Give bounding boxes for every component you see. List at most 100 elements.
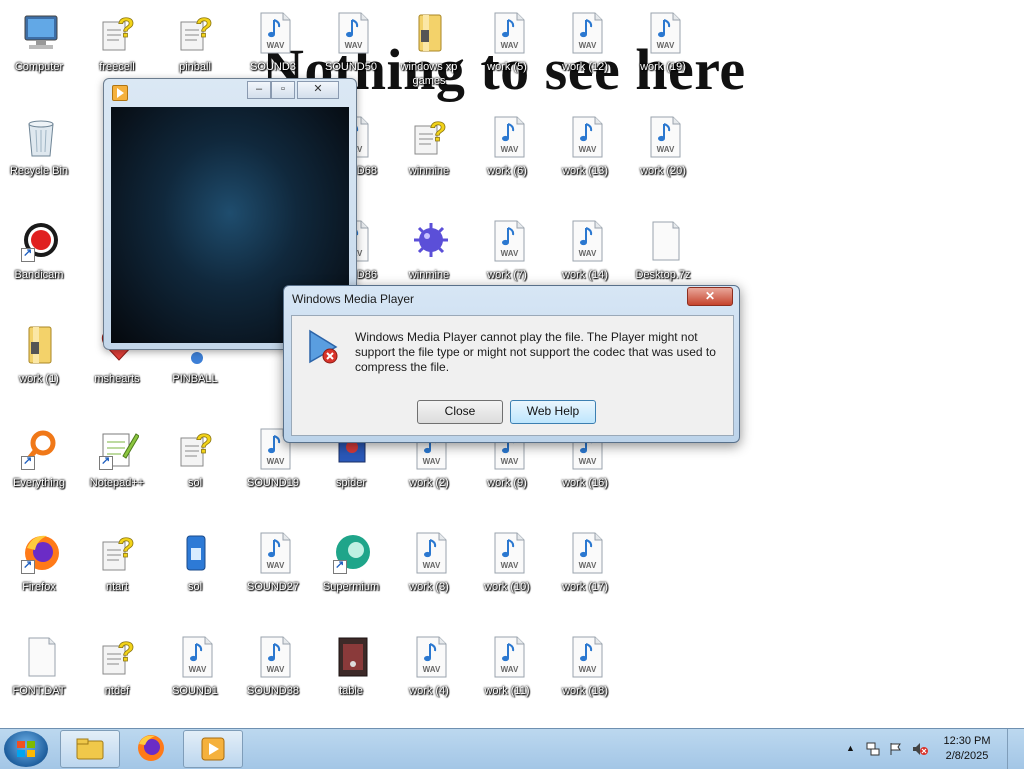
desktop-icon-label: SOUND27 <box>247 581 299 593</box>
wav-file-icon: WAV <box>255 636 295 678</box>
desktop-icon[interactable]: FONT.DAT <box>0 628 78 724</box>
action-center-flag-icon[interactable] <box>889 742 903 756</box>
network-icon[interactable] <box>866 742 880 756</box>
recycle-bin-icon <box>21 116 61 158</box>
svg-text:?: ? <box>117 636 134 667</box>
svg-text:WAV: WAV <box>657 41 675 50</box>
desktop-icon-label: Bandicam <box>14 269 64 281</box>
desktop-icon[interactable]: WAV work (17) <box>546 524 624 620</box>
desktop-icon[interactable]: WAV work (19) <box>624 4 702 100</box>
svg-text:WAV: WAV <box>657 145 675 154</box>
desktop-icon-label: ntdef <box>104 685 130 697</box>
desktop-icon[interactable]: WAV work (5) <box>468 4 546 100</box>
wav-file-icon: WAV <box>333 12 373 54</box>
desktop-icon-label: sol <box>187 581 203 593</box>
firefox-icon <box>138 735 164 761</box>
wav-file-icon: WAV <box>645 116 685 158</box>
desktop-icon[interactable]: WAV work (3) <box>390 524 468 620</box>
desktop-icon[interactable]: WAV SOUND38 <box>234 628 312 724</box>
desktop-icon[interactable]: Bandicam <box>0 212 78 308</box>
help-file-icon: ? <box>177 12 217 54</box>
desktop-icon[interactable]: WAV SOUND1 <box>156 628 234 724</box>
taskbar-media-player[interactable] <box>183 730 243 768</box>
svg-text:WAV: WAV <box>501 249 519 258</box>
svg-text:WAV: WAV <box>267 561 285 570</box>
desktop-icon-label: work (9) <box>487 477 527 489</box>
desktop-icon[interactable]: WAV work (4) <box>390 628 468 724</box>
svg-text:WAV: WAV <box>501 145 519 154</box>
desktop-icon[interactable]: Recycle Bin <box>0 108 78 204</box>
desktop-icon[interactable]: WAV work (18) <box>546 628 624 724</box>
desktop-icon-label: table <box>339 685 363 697</box>
svg-text:?: ? <box>429 116 446 147</box>
svg-text:?: ? <box>117 532 134 563</box>
desktop-icon[interactable]: WAV work (13) <box>546 108 624 204</box>
desktop-icon-label: SOUND19 <box>247 477 299 489</box>
desktop-icon[interactable]: WAV work (10) <box>468 524 546 620</box>
desktop-icon[interactable]: ? winmine <box>390 108 468 204</box>
start-button[interactable] <box>4 731 48 767</box>
desktop-icon[interactable]: work (1) <box>0 316 78 412</box>
svg-text:WAV: WAV <box>423 457 441 466</box>
folder-icon <box>76 738 104 760</box>
desktop-icon-label: Supermium <box>322 581 380 593</box>
restore-button[interactable]: ▫ <box>271 81 295 99</box>
desktop-icon[interactable]: Supermium <box>312 524 390 620</box>
wav-file-icon: WAV <box>411 532 451 574</box>
desktop-icon-label: SOUND50 <box>325 61 377 73</box>
desktop-icon[interactable]: table <box>312 628 390 724</box>
desktop-icon[interactable]: Firefox <box>0 524 78 620</box>
desktop-icon[interactable]: WAV work (6) <box>468 108 546 204</box>
wav-file-icon: WAV <box>489 220 529 262</box>
dialog-close-icon[interactable]: ✕ <box>687 287 733 306</box>
desktop-icon[interactable]: ? ntart <box>78 524 156 620</box>
show-hidden-icons-icon[interactable]: ▲ <box>846 743 856 753</box>
svg-text:WAV: WAV <box>267 457 285 466</box>
desktop-icon[interactable]: WAV work (20) <box>624 108 702 204</box>
clock-date[interactable]: 2/8/2025 <box>932 750 1002 762</box>
notepad-icon <box>99 428 140 470</box>
desktop-icon[interactable]: Notepad++ <box>78 420 156 516</box>
svg-text:WAV: WAV <box>501 457 519 466</box>
desktop-icon[interactable]: WAV SOUND27 <box>234 524 312 620</box>
desktop-icon[interactable]: Computer <box>0 4 78 100</box>
desktop-icon-label: work (11) <box>484 685 530 697</box>
window-close-button[interactable]: ✕ <box>297 81 339 99</box>
media-error-icon <box>309 329 338 364</box>
file-icon <box>645 220 685 262</box>
close-button[interactable]: Close <box>417 400 503 424</box>
web-help-button[interactable]: Web Help <box>510 400 596 424</box>
volume-muted-icon[interactable] <box>912 742 928 756</box>
minimize-button[interactable]: – <box>247 81 271 99</box>
dialog-title: Windows Media Player <box>292 292 415 306</box>
desktop-icon[interactable]: sol <box>156 524 234 620</box>
desktop-icon-label: Recycle Bin <box>9 165 69 177</box>
browser-icon <box>333 532 373 574</box>
computer-icon <box>21 12 61 54</box>
taskbar-firefox[interactable] <box>122 730 180 766</box>
desktop-icon-label: work (7) <box>487 269 527 281</box>
desktop-icon-label: Notepad++ <box>89 477 145 489</box>
desktop-icon[interactable]: ? ntdef <box>78 628 156 724</box>
desktop-icon[interactable]: ? sol <box>156 420 234 516</box>
desktop-icon-label: work (2) <box>409 477 449 489</box>
clock-time[interactable]: 12:30 PM <box>932 735 1002 747</box>
desktop-icon[interactable]: windows xp games <box>390 4 468 100</box>
sol-app-icon <box>177 532 217 574</box>
svg-text:WAV: WAV <box>579 145 597 154</box>
wav-file-icon: WAV <box>489 12 529 54</box>
svg-text:?: ? <box>195 12 212 43</box>
desktop-icon[interactable]: WAV work (11) <box>468 628 546 724</box>
wav-file-icon: WAV <box>255 12 295 54</box>
desktop-icon[interactable]: WAV work (12) <box>546 4 624 100</box>
wav-file-icon: WAV <box>567 220 607 262</box>
show-desktop-button[interactable] <box>1007 729 1020 769</box>
desktop-icon-label: SOUND38 <box>247 685 299 697</box>
desktop-icon-label: work (1) <box>19 373 59 385</box>
desktop-icon-label: Computer <box>14 61 64 73</box>
help-file-icon: ? <box>177 428 217 470</box>
taskbar-explorer[interactable] <box>60 730 120 768</box>
desktop-icon-label: Firefox <box>22 581 56 593</box>
help-file-icon: ? <box>411 116 451 158</box>
desktop-icon[interactable]: Everything <box>0 420 78 516</box>
